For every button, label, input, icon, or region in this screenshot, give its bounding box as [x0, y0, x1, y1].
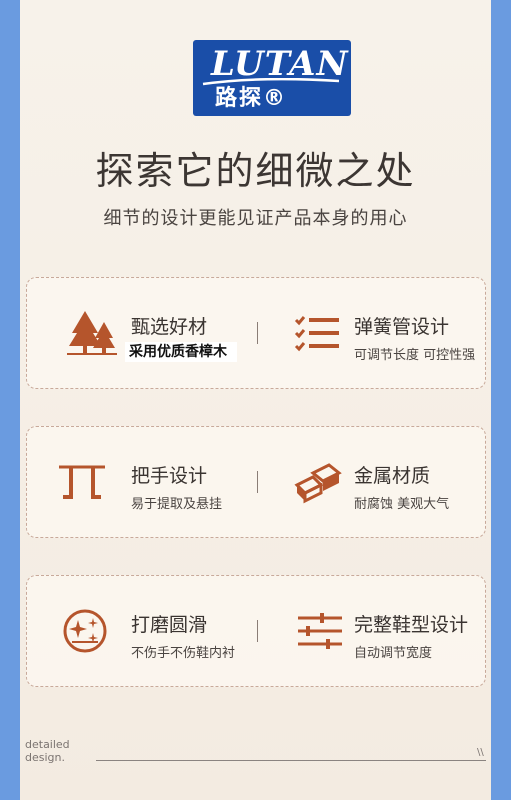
feature-card: 甄选好材 采用优质香樟木 弹簧管设计 可调节长度 可控性强 [26, 277, 486, 389]
footer-line2: design. [25, 751, 65, 764]
feature-name: 完整鞋型设计 [354, 614, 469, 636]
handle-icon [59, 465, 105, 499]
footer-mark: \\ [477, 747, 484, 758]
feature-name: 金属材质 [354, 465, 431, 487]
feature-desc: 采用优质香樟木 [125, 341, 237, 362]
footer-rule [96, 760, 486, 761]
logo-swoosh-icon [202, 78, 340, 86]
feature-item: 打磨圆滑 不伤手不伤鞋内衬 [27, 576, 257, 686]
metal-bars-icon [294, 463, 342, 504]
sparkle-circle-icon [63, 609, 107, 653]
feature-item: 弹簧管设计 可调节长度 可控性强 [258, 278, 485, 388]
brand-logo: LUTAN 路探® [193, 40, 351, 116]
checklist-icon [294, 316, 339, 352]
feature-card: 打磨圆滑 不伤手不伤鞋内衬 完整鞋型设计 自动调节宽度 [26, 575, 486, 687]
feature-item: 甄选好材 采用优质香樟木 [27, 278, 257, 388]
sliders-icon [298, 613, 342, 649]
logo-chinese-name: 路探® [215, 86, 288, 111]
feature-desc: 不伤手不伤鞋内衬 [131, 646, 236, 661]
product-detail-page: LUTAN 路探® 探索它的细微之处 细节的设计更能见证产品本身的用心 甄选好材… [20, 0, 491, 800]
page-title: 探索它的细微之处 [95, 149, 416, 193]
feature-name: 弹簧管设计 [354, 316, 450, 338]
feature-desc: 可调节长度 可控性强 [354, 348, 476, 363]
feature-desc: 易于提取及悬挂 [131, 497, 223, 512]
feature-desc: 自动调节宽度 [354, 646, 433, 661]
feature-desc: 耐腐蚀 美观大气 [354, 497, 450, 512]
logo-wordmark: LUTAN [211, 44, 349, 84]
feature-card: 把手设计 易于提取及悬挂 金属材质 耐腐蚀 美观大气 [26, 426, 486, 538]
feature-item: 金属材质 耐腐蚀 美观大气 [258, 427, 485, 537]
feature-name: 打磨圆滑 [131, 614, 208, 636]
feature-name: 甄选好材 [131, 316, 208, 338]
page-subtitle: 细节的设计更能见证产品本身的用心 [103, 208, 408, 229]
footer-caption: detailed design. [25, 738, 70, 764]
feature-item: 完整鞋型设计 自动调节宽度 [258, 576, 485, 686]
feature-name: 把手设计 [131, 465, 208, 487]
feature-item: 把手设计 易于提取及悬挂 [27, 427, 257, 537]
trees-icon [67, 311, 117, 355]
footer-line1: detailed [25, 738, 70, 751]
